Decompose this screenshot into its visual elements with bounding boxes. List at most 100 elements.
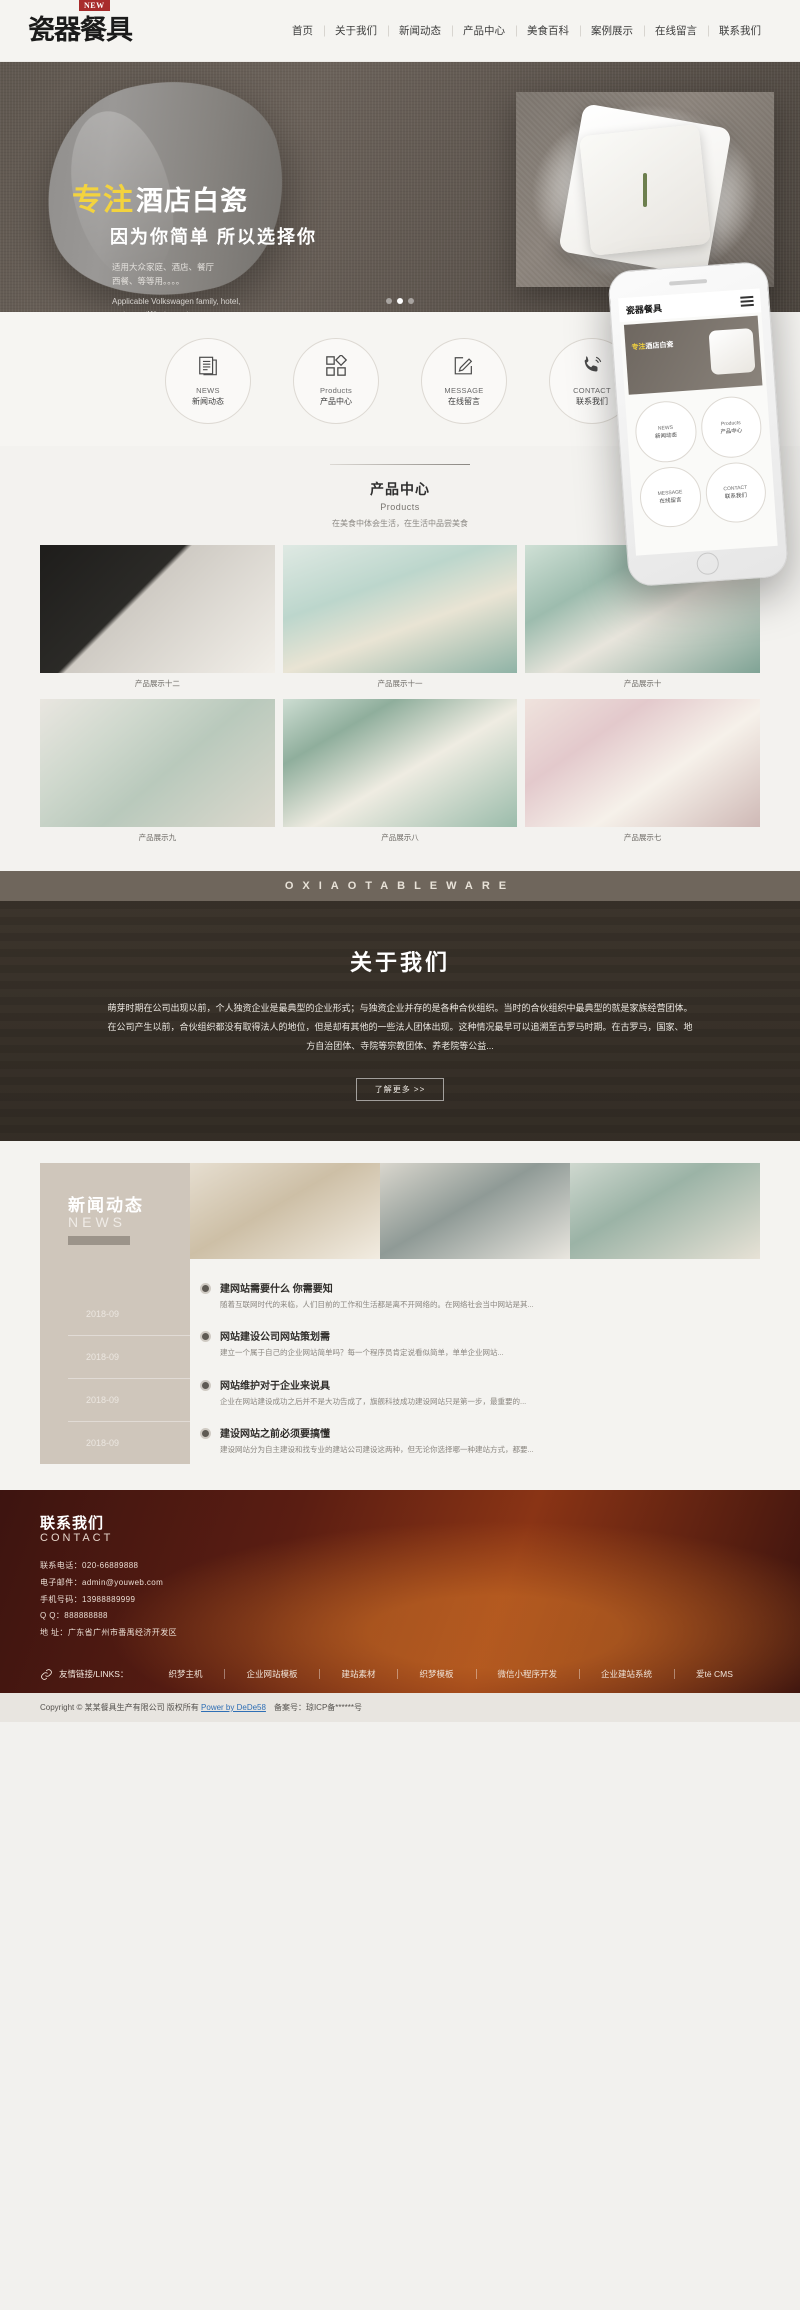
nav-item-home[interactable]: 首页 [281,23,324,38]
phone-banner-plate [708,328,756,376]
friend-links-text: 友情链接/LINKS： [59,1669,129,1680]
nav-item-news[interactable]: 新闻动态 [388,23,452,38]
news-article-list: 建网站需要什么 你需要知 随着互联网时代的来临，人们目前的工作和生活都是离不开网… [190,1259,760,1464]
site-footer: Copyright © 某某餐具生产有限公司 版权所有 Power by DeD… [0,1692,800,1722]
news-sidebar: 新闻动态 NEWS 2018-09 2018-09 2018-09 2018-0… [40,1163,190,1464]
phone-banner-highlight: 专注 [631,343,646,352]
phone-banner-rest: 酒店白瓷 [645,341,674,351]
product-image [40,699,275,827]
product-card[interactable]: 产品展示八 [282,699,518,845]
friend-links: 友情链接/LINKS： 织梦主机 企业网站模板 建站素材 织梦模板 微信小程序开… [40,1658,760,1681]
nav-item-contact[interactable]: 联系我们 [708,23,772,38]
carousel-dot-1[interactable] [386,298,392,304]
footer-power-link[interactable]: Power by DeDe58 [201,1703,266,1712]
quicknav-message-en: MESSAGE [444,386,484,395]
grid-icon [325,353,348,382]
hero-desc-cn: 适用大众家庭、酒店、餐厅 西餐、等等用。。。。 [72,261,317,288]
friend-link-2[interactable]: 企业网站模板 [224,1668,319,1680]
document-icon [197,355,219,382]
contact-title: 联系我们 [40,1515,105,1532]
nav-item-products[interactable]: 产品中心 [452,23,516,38]
contact-address: 地 址：广东省广州市番禺经济开发区 [40,1628,178,1638]
news-date: 2018-09 [68,1335,190,1378]
quicknav-news[interactable]: NEWS 新闻动态 [165,338,251,424]
phone-tile-news[interactable]: NEWS 新闻动态 [633,399,699,465]
quicknav-message[interactable]: MESSAGE 在线留言 [421,338,507,424]
phone-icon [581,355,603,382]
hero-desc-en-2: restaurantWestern, etc. use. . . . [112,309,317,312]
news-photo [190,1163,380,1259]
hero-desc-cn-2: 西餐、等等用。。。。 [112,275,185,286]
news-date: 2018-09 [68,1421,190,1464]
about-more-button[interactable]: 了解更多 >> [355,1077,445,1101]
phone-tile-contact[interactable]: CONTACT 联系我们 [703,460,768,525]
phone-speaker [669,279,708,286]
phone-banner: 专注酒店白瓷 [623,315,763,396]
nav-item-food-wiki[interactable]: 美食百科 [516,23,580,38]
friend-link-5[interactable]: 微信小程序开发 [476,1668,580,1680]
product-card[interactable]: 产品展示十一 [282,545,518,691]
friend-link-1[interactable]: 织梦主机 [146,1668,224,1680]
phone-home-button[interactable] [696,551,720,576]
about-para-1: 萌芽时期在公司出现以前，个人独资企业是最典型的企业形式；与独资企业并存的是各种合… [107,1003,693,1013]
quicknav-message-cn: 在线留言 [448,397,480,406]
news-item-title: 网站建设公司网站策划需 [220,1332,330,1344]
news-date-list: 2018-09 2018-09 2018-09 2018-09 [68,1293,190,1464]
phone-tile-contact-cn: 联系我们 [724,492,748,501]
contact-qq: Q Q：888888888 [40,1611,108,1621]
hamburger-menu-icon[interactable] [740,294,754,309]
hero-text-block: 专注酒店白瓷 因为你简单 所以选择你 适用大众家庭、酒店、餐厅 西餐、等等用。。… [72,184,317,312]
friend-link-4[interactable]: 织梦模板 [397,1668,475,1680]
phone-mockup: 瓷器餐具 专注酒店白瓷 NEWS 新闻动态 Products 产品中心 MESS… [607,260,789,588]
contact-mobile: 手机号码：13988889999 [40,1594,136,1604]
product-caption: 产品展示七 [623,833,662,842]
footer-copyright: Copyright © 某某餐具生产有限公司 版权所有 [40,1702,202,1712]
friend-link-7[interactable]: 爱të CMS [674,1668,755,1680]
quicknav-products[interactable]: Products 产品中心 [293,338,379,424]
news-date: 2018-09 [86,1309,120,1319]
hero-subtitle: 因为你简单 所以选择你 [110,227,317,247]
about-para-3: 方自治团体、寺院等宗教团体、养老院等公益... [306,1040,494,1051]
contact-subtitle: CONTACT [40,1532,114,1544]
nav-item-about[interactable]: 关于我们 [324,23,388,38]
phone-tile-products[interactable]: Products 产品中心 [698,395,764,460]
product-card[interactable]: 产品展示七 [525,699,760,845]
nav-item-cases[interactable]: 案例展示 [580,23,644,38]
news-list-item[interactable]: 建网站需要什么 你需要知 随着互联网时代的来临，人们目前的工作和生活都是离不开网… [200,1271,760,1319]
page-root: NEW 瓷器餐具 首页 关于我们 新闻动态 产品中心 美食百科 案例展示 在线留… [0,0,800,1722]
herb-sprig-icon [643,172,647,207]
contact-section: 联系我们 CONTACT 联系电话：020-66889888 电子邮件：admi… [0,1490,800,1693]
primary-nav: 首页 关于我们 新闻动态 产品中心 美食百科 案例展示 在线留言 联系我们 [281,23,772,38]
product-caption: 产品展示十二 [134,679,180,688]
carousel-dot-3[interactable] [408,298,414,304]
friend-link-3[interactable]: 建站素材 [319,1668,397,1680]
product-image [40,545,275,673]
hero-desc-en-1: Applicable Volkswagen family, hotel, [112,297,241,307]
friend-link-6[interactable]: 企业建站系统 [579,1668,674,1680]
product-image [282,545,518,673]
news-list-item[interactable]: 网站维护对于企业来说具 企业在网站建设成功之后并不是大功告成了，旗舰科技成功建设… [200,1368,760,1416]
product-image [525,699,760,827]
carousel-dots[interactable] [386,298,414,304]
logo-new-badge: NEW [79,0,110,11]
brand-strip: OXIAOTABLEWARE [0,871,800,901]
product-card[interactable]: 产品展示九 [40,699,275,845]
carousel-dot-2[interactable] [397,298,403,304]
quicknav-news-cn: 新闻动态 [192,397,224,406]
phone-tile-grid: NEWS 新闻动态 Products 产品中心 MESSAGE 在线留言 CON… [625,388,776,536]
product-card[interactable]: 产品展示十二 [40,545,275,691]
news-item-title: 网站维护对于企业来说具 [220,1380,330,1392]
quicknav-news-en: NEWS [196,386,220,395]
logo[interactable]: NEW 瓷器餐具 [28,0,133,44]
divider-rule [330,464,470,465]
products-section: 产品中心 Products 在美食中体会生活，在生活中品尝美食 产品展示十二 产… [0,260,800,871]
news-list-item[interactable]: 网站建设公司网站策划需 建立一个属于自己的企业网站简单吗？每一个程序员肯定说看似… [200,1319,760,1367]
news-photo [570,1163,760,1259]
contact-phone: 联系电话：020-66889888 [40,1561,139,1570]
nav-item-message[interactable]: 在线留言 [644,23,708,38]
news-list-item[interactable]: 建设网站之前必须要搞懂 建设网站分为自主建设和找专业的建站公司建设这两种，但无论… [200,1416,760,1464]
news-accent-bar [68,1236,130,1245]
quicknav-contact-en: CONTACT [573,386,611,395]
phone-tile-message[interactable]: MESSAGE 在线留言 [638,464,703,530]
phone-logo: 瓷器餐具 [625,302,663,316]
